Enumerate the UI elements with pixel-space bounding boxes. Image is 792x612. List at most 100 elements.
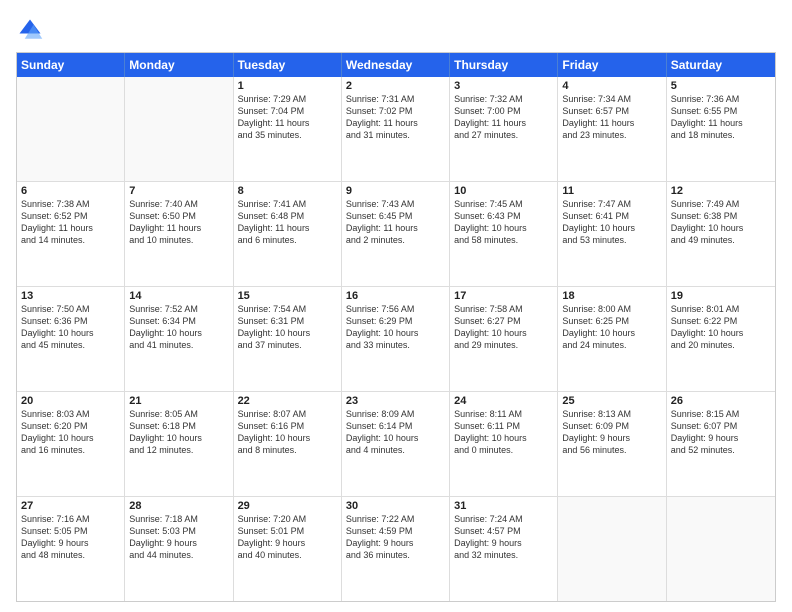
cal-cell-empty xyxy=(667,497,775,601)
cal-cell-6: 6Sunrise: 7:38 AM Sunset: 6:52 PM Daylig… xyxy=(17,182,125,286)
cell-details: Sunrise: 7:29 AM Sunset: 7:04 PM Dayligh… xyxy=(238,93,337,142)
cell-details: Sunrise: 7:43 AM Sunset: 6:45 PM Dayligh… xyxy=(346,198,445,247)
cell-details: Sunrise: 7:18 AM Sunset: 5:03 PM Dayligh… xyxy=(129,513,228,562)
cell-details: Sunrise: 7:58 AM Sunset: 6:27 PM Dayligh… xyxy=(454,303,553,352)
day-number: 2 xyxy=(346,80,445,92)
cal-cell-18: 18Sunrise: 8:00 AM Sunset: 6:25 PM Dayli… xyxy=(558,287,666,391)
day-number: 24 xyxy=(454,395,553,407)
cal-cell-25: 25Sunrise: 8:13 AM Sunset: 6:09 PM Dayli… xyxy=(558,392,666,496)
calendar-row-3: 13Sunrise: 7:50 AM Sunset: 6:36 PM Dayli… xyxy=(17,286,775,391)
cell-details: Sunrise: 7:52 AM Sunset: 6:34 PM Dayligh… xyxy=(129,303,228,352)
calendar-row-2: 6Sunrise: 7:38 AM Sunset: 6:52 PM Daylig… xyxy=(17,181,775,286)
day-number: 7 xyxy=(129,185,228,197)
cell-details: Sunrise: 8:03 AM Sunset: 6:20 PM Dayligh… xyxy=(21,408,120,457)
cal-cell-16: 16Sunrise: 7:56 AM Sunset: 6:29 PM Dayli… xyxy=(342,287,450,391)
calendar-header: SundayMondayTuesdayWednesdayThursdayFrid… xyxy=(17,53,775,77)
cell-details: Sunrise: 8:13 AM Sunset: 6:09 PM Dayligh… xyxy=(562,408,661,457)
cal-cell-28: 28Sunrise: 7:18 AM Sunset: 5:03 PM Dayli… xyxy=(125,497,233,601)
cell-details: Sunrise: 7:47 AM Sunset: 6:41 PM Dayligh… xyxy=(562,198,661,247)
cal-cell-5: 5Sunrise: 7:36 AM Sunset: 6:55 PM Daylig… xyxy=(667,77,775,181)
cal-cell-23: 23Sunrise: 8:09 AM Sunset: 6:14 PM Dayli… xyxy=(342,392,450,496)
cell-details: Sunrise: 7:20 AM Sunset: 5:01 PM Dayligh… xyxy=(238,513,337,562)
day-number: 6 xyxy=(21,185,120,197)
cell-details: Sunrise: 7:45 AM Sunset: 6:43 PM Dayligh… xyxy=(454,198,553,247)
day-header-thursday: Thursday xyxy=(450,53,558,77)
calendar: SundayMondayTuesdayWednesdayThursdayFrid… xyxy=(16,52,776,602)
cal-cell-13: 13Sunrise: 7:50 AM Sunset: 6:36 PM Dayli… xyxy=(17,287,125,391)
cal-cell-3: 3Sunrise: 7:32 AM Sunset: 7:00 PM Daylig… xyxy=(450,77,558,181)
day-number: 31 xyxy=(454,500,553,512)
cal-cell-9: 9Sunrise: 7:43 AM Sunset: 6:45 PM Daylig… xyxy=(342,182,450,286)
day-number: 22 xyxy=(238,395,337,407)
cell-details: Sunrise: 7:40 AM Sunset: 6:50 PM Dayligh… xyxy=(129,198,228,247)
day-number: 11 xyxy=(562,185,661,197)
cell-details: Sunrise: 7:56 AM Sunset: 6:29 PM Dayligh… xyxy=(346,303,445,352)
day-number: 26 xyxy=(671,395,771,407)
cal-cell-19: 19Sunrise: 8:01 AM Sunset: 6:22 PM Dayli… xyxy=(667,287,775,391)
day-header-monday: Monday xyxy=(125,53,233,77)
cell-details: Sunrise: 7:36 AM Sunset: 6:55 PM Dayligh… xyxy=(671,93,771,142)
cell-details: Sunrise: 7:54 AM Sunset: 6:31 PM Dayligh… xyxy=(238,303,337,352)
day-number: 1 xyxy=(238,80,337,92)
day-number: 5 xyxy=(671,80,771,92)
day-number: 14 xyxy=(129,290,228,302)
cell-details: Sunrise: 7:49 AM Sunset: 6:38 PM Dayligh… xyxy=(671,198,771,247)
day-number: 8 xyxy=(238,185,337,197)
cell-details: Sunrise: 8:00 AM Sunset: 6:25 PM Dayligh… xyxy=(562,303,661,352)
day-number: 10 xyxy=(454,185,553,197)
cell-details: Sunrise: 7:38 AM Sunset: 6:52 PM Dayligh… xyxy=(21,198,120,247)
day-header-sunday: Sunday xyxy=(17,53,125,77)
cal-cell-2: 2Sunrise: 7:31 AM Sunset: 7:02 PM Daylig… xyxy=(342,77,450,181)
cal-cell-26: 26Sunrise: 8:15 AM Sunset: 6:07 PM Dayli… xyxy=(667,392,775,496)
cal-cell-21: 21Sunrise: 8:05 AM Sunset: 6:18 PM Dayli… xyxy=(125,392,233,496)
cal-cell-11: 11Sunrise: 7:47 AM Sunset: 6:41 PM Dayli… xyxy=(558,182,666,286)
page: SundayMondayTuesdayWednesdayThursdayFrid… xyxy=(0,0,792,612)
calendar-row-1: 1Sunrise: 7:29 AM Sunset: 7:04 PM Daylig… xyxy=(17,77,775,181)
cal-cell-empty xyxy=(17,77,125,181)
cell-details: Sunrise: 8:01 AM Sunset: 6:22 PM Dayligh… xyxy=(671,303,771,352)
cal-cell-31: 31Sunrise: 7:24 AM Sunset: 4:57 PM Dayli… xyxy=(450,497,558,601)
cell-details: Sunrise: 8:07 AM Sunset: 6:16 PM Dayligh… xyxy=(238,408,337,457)
day-number: 19 xyxy=(671,290,771,302)
day-number: 9 xyxy=(346,185,445,197)
cell-details: Sunrise: 8:05 AM Sunset: 6:18 PM Dayligh… xyxy=(129,408,228,457)
day-number: 23 xyxy=(346,395,445,407)
day-header-friday: Friday xyxy=(558,53,666,77)
day-number: 20 xyxy=(21,395,120,407)
day-number: 12 xyxy=(671,185,771,197)
day-number: 27 xyxy=(21,500,120,512)
day-number: 21 xyxy=(129,395,228,407)
cal-cell-14: 14Sunrise: 7:52 AM Sunset: 6:34 PM Dayli… xyxy=(125,287,233,391)
day-number: 16 xyxy=(346,290,445,302)
logo-icon xyxy=(16,16,44,44)
day-number: 13 xyxy=(21,290,120,302)
cal-cell-7: 7Sunrise: 7:40 AM Sunset: 6:50 PM Daylig… xyxy=(125,182,233,286)
day-number: 4 xyxy=(562,80,661,92)
cal-cell-empty xyxy=(558,497,666,601)
logo xyxy=(16,16,48,44)
day-number: 17 xyxy=(454,290,553,302)
cal-cell-empty xyxy=(125,77,233,181)
day-number: 15 xyxy=(238,290,337,302)
cal-cell-24: 24Sunrise: 8:11 AM Sunset: 6:11 PM Dayli… xyxy=(450,392,558,496)
cal-cell-12: 12Sunrise: 7:49 AM Sunset: 6:38 PM Dayli… xyxy=(667,182,775,286)
calendar-row-4: 20Sunrise: 8:03 AM Sunset: 6:20 PM Dayli… xyxy=(17,391,775,496)
cal-cell-1: 1Sunrise: 7:29 AM Sunset: 7:04 PM Daylig… xyxy=(234,77,342,181)
cal-cell-29: 29Sunrise: 7:20 AM Sunset: 5:01 PM Dayli… xyxy=(234,497,342,601)
calendar-row-5: 27Sunrise: 7:16 AM Sunset: 5:05 PM Dayli… xyxy=(17,496,775,601)
cal-cell-22: 22Sunrise: 8:07 AM Sunset: 6:16 PM Dayli… xyxy=(234,392,342,496)
cal-cell-20: 20Sunrise: 8:03 AM Sunset: 6:20 PM Dayli… xyxy=(17,392,125,496)
day-header-wednesday: Wednesday xyxy=(342,53,450,77)
cal-cell-30: 30Sunrise: 7:22 AM Sunset: 4:59 PM Dayli… xyxy=(342,497,450,601)
day-header-saturday: Saturday xyxy=(667,53,775,77)
day-number: 18 xyxy=(562,290,661,302)
day-header-tuesday: Tuesday xyxy=(234,53,342,77)
cal-cell-10: 10Sunrise: 7:45 AM Sunset: 6:43 PM Dayli… xyxy=(450,182,558,286)
cell-details: Sunrise: 7:16 AM Sunset: 5:05 PM Dayligh… xyxy=(21,513,120,562)
cell-details: Sunrise: 7:22 AM Sunset: 4:59 PM Dayligh… xyxy=(346,513,445,562)
day-number: 3 xyxy=(454,80,553,92)
cal-cell-4: 4Sunrise: 7:34 AM Sunset: 6:57 PM Daylig… xyxy=(558,77,666,181)
day-number: 28 xyxy=(129,500,228,512)
cell-details: Sunrise: 7:31 AM Sunset: 7:02 PM Dayligh… xyxy=(346,93,445,142)
day-number: 30 xyxy=(346,500,445,512)
